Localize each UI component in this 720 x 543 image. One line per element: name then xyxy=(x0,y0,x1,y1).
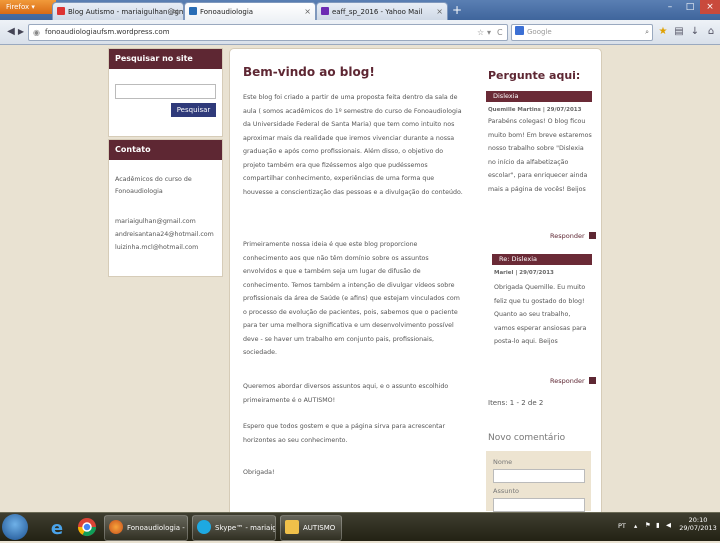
bookmarks-icon[interactable]: ▤ xyxy=(672,24,686,39)
taskbar-button-label: AUTISMO xyxy=(303,524,336,532)
reply-label: Responder xyxy=(550,232,585,240)
browser-nav-bar: ◀ ▶ ◉ fonoaudiologiaufsm.wordpress.com ☆… xyxy=(0,20,720,45)
tab-label: Blog Autismo - mariaigulhan@gmai... xyxy=(68,8,184,16)
bookmark-star-icon[interactable]: ★ xyxy=(656,24,670,39)
wordpress-icon xyxy=(189,7,197,15)
guestbook-title: Pergunte aqui: xyxy=(488,69,581,82)
language-indicator[interactable]: PT xyxy=(618,522,626,530)
search-button[interactable]: Pesquisar xyxy=(171,103,216,117)
tab-yahoo-mail[interactable]: eaff_sp_2016 - Yahoo Mail × xyxy=(316,2,448,21)
tab-fonoaudiologia[interactable]: Fonoaudiologia × xyxy=(184,2,316,21)
contact-widget-title: Contato xyxy=(109,140,222,160)
reply-link[interactable]: Responder xyxy=(550,232,596,240)
comment-meta: Quemille Martins | 29/07/2013 xyxy=(488,107,582,113)
network-icon[interactable]: ▮ xyxy=(656,521,660,529)
taskbar-button-label: Fonoaudiologia - ... xyxy=(127,524,188,532)
search-widget: Pesquisar no site Pesquisar xyxy=(108,48,223,137)
subject-input[interactable] xyxy=(493,498,585,512)
reply-icon xyxy=(588,232,596,239)
subject-label: Assunto xyxy=(493,487,519,495)
firefox-icon xyxy=(109,520,123,534)
taskbar: e Fonoaudiologia - ... Skype™ - mariaig.… xyxy=(0,512,720,541)
home-icon[interactable]: ⌂ xyxy=(704,24,718,39)
bookmark-star-icon[interactable]: ☆ xyxy=(477,25,484,40)
volume-icon[interactable]: ◀ xyxy=(666,521,671,529)
main-content: Bem-vindo ao blog! Este blog foi criado … xyxy=(229,48,602,512)
yahoo-icon xyxy=(321,7,329,15)
comment-text: Obrigada Quemille. Eu muito feliz que tu… xyxy=(494,284,587,345)
pagination: Itens: 1 - 2 de 2 xyxy=(488,399,544,407)
post-paragraph: Este blog foi criado a partir de uma pro… xyxy=(243,94,463,196)
forward-arrow-icon[interactable]: ▶ xyxy=(14,24,28,40)
gmail-icon xyxy=(57,7,65,15)
address-bar[interactable]: ◉ fonoaudiologiaufsm.wordpress.com ☆ ▾ C xyxy=(28,24,508,41)
search-widget-title: Pesquisar no site xyxy=(109,49,222,69)
contact-email[interactable]: mariaigulhan@gmail.com xyxy=(115,216,196,228)
clock-time: 20:10 xyxy=(688,516,708,524)
tray-flag-icon[interactable]: ⚑ xyxy=(645,521,651,529)
minimize-icon[interactable]: – xyxy=(660,0,680,14)
firefox-menu-label: Firefox xyxy=(6,3,30,11)
clock[interactable]: 20:10 29/07/2013 xyxy=(678,516,718,532)
browser-tab-bar: Firefox ▾ Blog Autismo - mariaigulhan@gm… xyxy=(0,0,720,21)
dropdown-arrow-icon[interactable]: ▾ xyxy=(487,25,491,40)
folder-icon xyxy=(285,520,299,534)
internet-explorer-icon[interactable]: e xyxy=(44,515,70,539)
taskbar-folder-button[interactable]: AUTISMO xyxy=(280,515,342,541)
name-input[interactable] xyxy=(493,469,585,483)
start-button[interactable] xyxy=(2,514,28,540)
firefox-menu-button[interactable]: Firefox ▾ xyxy=(0,0,56,14)
contact-text-line: Fonoaudiologia xyxy=(115,188,163,195)
taskbar-firefox-button[interactable]: Fonoaudiologia - ... xyxy=(104,515,188,541)
site-identity-icon: ◉ xyxy=(33,28,40,37)
svg-text:e: e xyxy=(51,518,63,539)
reload-icon[interactable]: C xyxy=(497,25,503,40)
tray-expand-icon[interactable]: ▴ xyxy=(634,522,637,530)
tab-blog-autismo[interactable]: Blog Autismo - mariaigulhan@gmai...× xyxy=(52,2,184,21)
clock-date: 29/07/2013 xyxy=(679,524,717,532)
comment-text: Parabéns colegas! O blog ficou muito bom… xyxy=(488,118,592,193)
name-label: Nome xyxy=(493,458,513,466)
reply-link[interactable]: Responder xyxy=(550,377,596,385)
close-tab-icon[interactable]: × xyxy=(304,3,311,21)
contact-widget: Contato Acadêmicos do curso de Fonoaudio… xyxy=(108,139,223,277)
post-paragraph: Primeiramente nossa ideia é que este blo… xyxy=(243,241,460,356)
comment-meta: Mariel | 29/07/2013 xyxy=(494,270,554,276)
contact-email[interactable]: luizinha.mcl@hotmail.com xyxy=(115,242,198,254)
new-tab-button[interactable]: + xyxy=(450,2,464,18)
search-bar[interactable]: Google ⌕ xyxy=(511,24,653,41)
reply-icon xyxy=(588,377,596,384)
taskbar-skype-button[interactable]: Skype™ - mariaig... xyxy=(192,515,276,541)
tab-label: eaff_sp_2016 - Yahoo Mail xyxy=(332,8,423,16)
tab-label: Fonoaudiologia xyxy=(200,8,254,16)
taskbar-button-label: Skype™ - mariaig... xyxy=(215,524,275,532)
maximize-icon[interactable]: □ xyxy=(680,0,700,14)
download-icon[interactable]: ↓ xyxy=(688,24,702,39)
close-tab-icon[interactable]: × xyxy=(172,3,179,21)
google-icon xyxy=(515,26,524,35)
new-comment-form: Nome Assunto xyxy=(486,451,591,512)
post-paragraph: Queremos abordar diversos assuntos aqui,… xyxy=(243,383,449,404)
skype-icon xyxy=(197,520,211,534)
url-text: fonoaudiologiaufsm.wordpress.com xyxy=(45,28,170,36)
post-paragraph: Obrigada! xyxy=(243,469,275,476)
web-page: Pesquisar no site Pesquisar Contato Acad… xyxy=(0,45,720,512)
site-search-input[interactable] xyxy=(115,84,216,99)
reply-label: Responder xyxy=(550,377,585,385)
close-window-icon[interactable]: × xyxy=(700,0,720,14)
comment-header: Dislexia xyxy=(486,91,592,102)
search-icon[interactable]: ⌕ xyxy=(645,25,649,40)
new-comment-title: Novo comentário xyxy=(488,433,566,443)
contact-text-line: Acadêmicos do curso de xyxy=(115,176,192,183)
post-title: Bem-vindo ao blog! xyxy=(243,65,375,79)
close-tab-icon[interactable]: × xyxy=(436,3,443,21)
chrome-icon[interactable] xyxy=(74,515,100,539)
contact-email[interactable]: andreisantana24@hotmail.com xyxy=(115,229,214,241)
post-paragraph: Espero que todos gostem e que a página s… xyxy=(243,423,446,444)
search-placeholder: Google xyxy=(527,28,552,36)
comment-header: Re: Dislexia xyxy=(492,254,592,265)
